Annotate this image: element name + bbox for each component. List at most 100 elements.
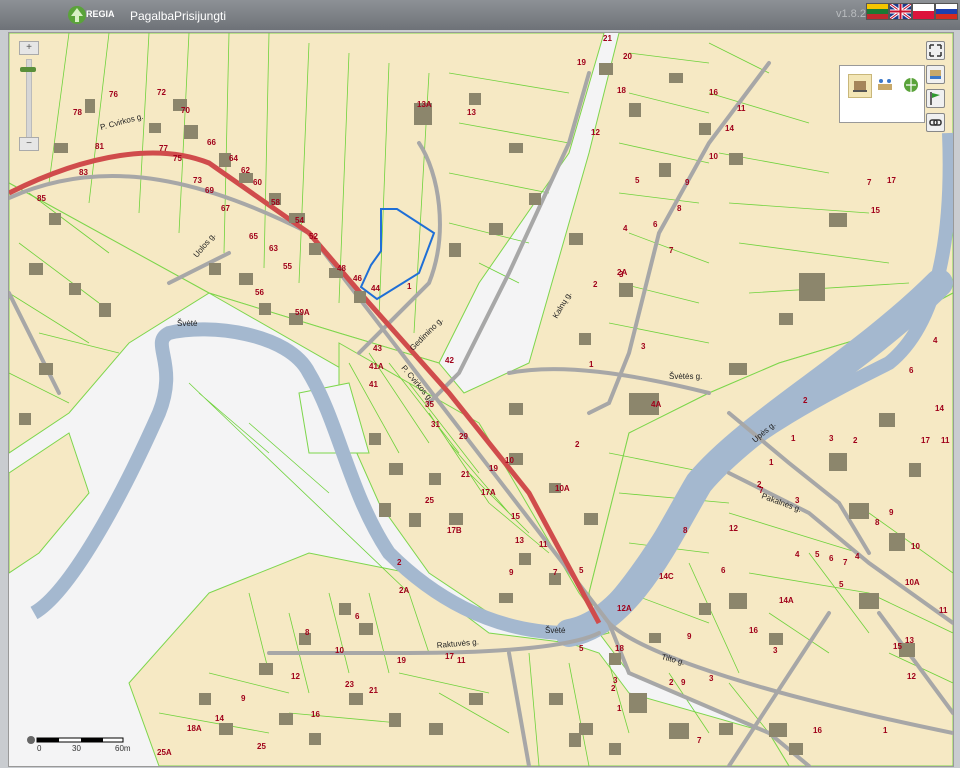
parcel-number-label: 9 [687, 632, 692, 641]
parcel-number-label: 56 [255, 288, 264, 297]
parcel-number-label: 6 [909, 366, 914, 375]
parcel-number-label: 77 [159, 144, 168, 153]
parcel-number-label: 41 [369, 380, 378, 389]
parcel-number-label: 18 [617, 86, 626, 95]
parcel-number-label: 10 [709, 152, 718, 161]
login-link[interactable]: Prisijungti [174, 9, 226, 23]
parcel-number-label: 66 [207, 138, 216, 147]
parcel-number-label: 16 [311, 710, 320, 719]
zoom-control: + − [19, 41, 39, 151]
parcel-number-label: 6 [355, 612, 360, 621]
link-icon [929, 119, 942, 126]
parcel-number-label: 11 [737, 104, 746, 113]
layer-toolbox [839, 65, 925, 123]
map-svg: P. Cvirkos g. Uolos g. Gedimino g. Kalnų… [9, 33, 953, 766]
parcel-number-label: 55 [283, 262, 292, 271]
parcel-number-label: 48 [337, 264, 346, 273]
fullscreen-button[interactable] [926, 41, 945, 60]
parcel-number-label: 2A [399, 586, 409, 595]
parcel-number-label: 11 [939, 606, 948, 615]
parcel-number-label: 10A [905, 578, 920, 587]
parcel-number-label: 72 [157, 88, 166, 97]
globe-icon[interactable] [900, 74, 922, 96]
parcel-number-label: 21 [369, 686, 378, 695]
parcel-number-label: 70 [181, 106, 190, 115]
parcel-number-label: 83 [79, 168, 88, 177]
map-canvas[interactable]: P. Cvirkos g. Uolos g. Gedimino g. Kalnų… [8, 32, 954, 767]
parcel-number-label: 46 [353, 274, 362, 283]
top-bar: REGIA Pagalba Prisijungti v1.8.2 [0, 0, 960, 30]
parcel-number-label: 1 [617, 704, 622, 713]
zoom-in-button[interactable]: + [19, 41, 39, 55]
parcel-number-label: 67 [221, 204, 230, 213]
parcel-number-label: 41A [369, 362, 384, 371]
parcel-number-label: 5 [815, 550, 820, 559]
flag-icon [930, 92, 940, 105]
parcel-number-label: 4 [855, 552, 860, 561]
parcel-number-label: 23 [345, 680, 354, 689]
parcel-number-label: 7 [759, 486, 764, 495]
parcel-number-label: 9 [681, 678, 686, 687]
parcel-number-label: 5 [839, 580, 844, 589]
parcel-number-label: 65 [249, 232, 258, 241]
link-button[interactable] [926, 113, 945, 132]
river-label: Švėtė [545, 626, 566, 635]
parcel-number-label: 58 [271, 198, 280, 207]
regia-logo-icon[interactable] [66, 4, 88, 26]
parcel-number-label: 63 [269, 244, 278, 253]
parcel-number-label: 9 [509, 568, 514, 577]
map-layer-icon[interactable] [848, 74, 872, 98]
orthophoto-layer-icon[interactable] [874, 74, 896, 96]
street-label: Švėtės g. [669, 372, 702, 381]
zoom-out-button[interactable]: − [19, 137, 39, 151]
parcel-number-label: 21 [603, 34, 612, 43]
parcel-number-label: 12 [291, 672, 300, 681]
parcel-number-label: 2 [593, 280, 598, 289]
parcel-number-label: 20 [623, 52, 632, 61]
river-label: Švėtė [177, 319, 198, 328]
parcel-number-label: 1 [791, 434, 796, 443]
flag-button[interactable] [926, 89, 945, 108]
parcel-number-label: 4A [651, 400, 661, 409]
scale-bar: 0 30 60m [27, 733, 147, 759]
gb-flag-icon[interactable] [889, 3, 912, 20]
zoom-slider-handle[interactable] [20, 67, 36, 72]
parcel-number-label: 1 [589, 360, 594, 369]
parcel-number-label: 62 [241, 166, 250, 175]
parcel-number-label: 16 [813, 726, 822, 735]
parcel-number-label: 8 [305, 628, 310, 637]
parcel-number-label: 14 [935, 404, 944, 413]
parcel-number-label: 8 [875, 518, 880, 527]
scale-label-60: 60m [115, 744, 131, 753]
parcel-number-label: 4 [795, 550, 800, 559]
parcel-number-label: 21 [461, 470, 470, 479]
pl-flag-icon[interactable] [912, 3, 935, 20]
parcel-number-label: 15 [871, 206, 880, 215]
parcel-number-label: 5 [635, 176, 640, 185]
parcel-number-label: 54 [295, 216, 304, 225]
parcel-number-label: 12 [591, 128, 600, 137]
parcel-number-label: 15 [893, 642, 902, 651]
parcel-number-label: 78 [73, 108, 82, 117]
version-label: v1.8.2 [836, 8, 866, 20]
parcel-number-label: 10 [505, 456, 514, 465]
parcel-number-label: 10 [911, 542, 920, 551]
parcel-number-label: 3 [641, 342, 646, 351]
parcel-number-label: 1 [769, 458, 774, 467]
help-link[interactable]: Pagalba [130, 9, 174, 23]
layers-button[interactable] [926, 65, 945, 84]
parcel-number-label: 14 [725, 124, 734, 133]
parcel-number-label: 25 [425, 496, 434, 505]
parcel-number-label: 69 [205, 186, 214, 195]
ru-flag-icon[interactable] [935, 3, 958, 20]
parcel-number-label: 5 [579, 644, 584, 653]
parcel-number-label: 9 [241, 694, 246, 703]
parcel-number-label: 16 [749, 626, 758, 635]
parcel-number-label: 4 [623, 224, 628, 233]
parcel-number-label: 17 [887, 176, 896, 185]
parcel-number-label: 25A [157, 748, 172, 757]
lt-flag-icon[interactable] [866, 3, 889, 20]
parcel-number-label: 73 [193, 176, 202, 185]
parcel-number-label: 9 [889, 508, 894, 517]
parcel-number-label: 15 [511, 512, 520, 521]
